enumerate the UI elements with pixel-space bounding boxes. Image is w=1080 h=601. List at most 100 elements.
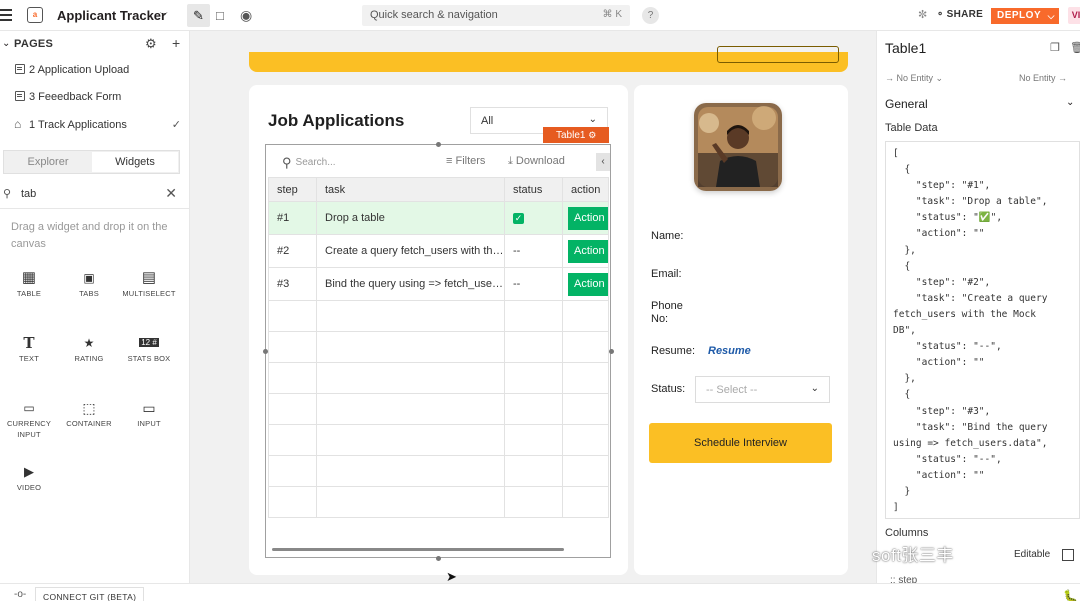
entity-nav-right[interactable]: No Entity → xyxy=(1019,73,1067,83)
name-label: Name: xyxy=(651,230,684,242)
table-row[interactable]: #2 Create a query fetch_users with the M… xyxy=(268,234,609,268)
deploy-button[interactable]: DEPLOY ⌵ xyxy=(991,8,1059,24)
action-button[interactable]: Action xyxy=(568,206,608,230)
widget-video[interactable]: ▶ VIDEO xyxy=(0,462,58,493)
table-row[interactable]: #1 Drop a table ✓ Action xyxy=(268,201,609,235)
gear-icon[interactable]: ⚙ xyxy=(145,36,157,52)
widget-name-tag[interactable]: Table1 ⚙ xyxy=(543,127,609,143)
page-item-application-upload[interactable]: 2 Application Upload xyxy=(0,57,189,84)
chevron-down-icon: ⌄ xyxy=(588,114,597,125)
widget-name-title[interactable]: Table1 xyxy=(885,40,926,56)
widget-table[interactable]: ▦ TABLE xyxy=(0,268,58,299)
search-shortcut: ⌘ K xyxy=(602,9,622,20)
chevron-down-icon[interactable]: ⌵ xyxy=(160,8,168,19)
share-button[interactable]: ∘ SHARE xyxy=(937,9,983,20)
cell-task: Drop a table xyxy=(316,201,505,235)
user-avatar[interactable]: VI xyxy=(1068,7,1080,24)
column-header-status[interactable]: status xyxy=(504,177,563,202)
schedule-interview-button[interactable]: Schedule Interview xyxy=(649,423,832,463)
cell-status: -- xyxy=(504,267,563,301)
delete-icon[interactable]: 🗑 xyxy=(1070,41,1080,54)
section-general[interactable]: General xyxy=(885,97,928,111)
close-icon[interactable]: ✕ xyxy=(165,185,177,202)
eye-icon[interactable]: ◉ xyxy=(240,7,252,24)
widget-search-input[interactable]: tab xyxy=(21,188,36,200)
quick-search-input[interactable]: Quick search & navigation ⌘ K xyxy=(362,5,630,26)
connect-git-button[interactable]: CONNECT GIT (BETA) xyxy=(35,587,145,601)
comment-icon[interactable]: □ xyxy=(216,8,224,23)
table-data-code[interactable]: [ { "step": "#1", "task": "Drop a table"… xyxy=(886,142,1079,516)
action-button[interactable]: Action xyxy=(568,272,608,296)
table-widget[interactable]: ⚲ Search... ≡ Filters ⤓ Download ‹ step t… xyxy=(265,144,611,558)
table-row-empty xyxy=(268,300,609,332)
copy-icon[interactable]: ❐ xyxy=(1050,41,1060,54)
cell-step: #1 xyxy=(268,201,317,235)
page-label: 2 Application Upload xyxy=(29,64,130,76)
table-data-label: Table Data xyxy=(885,122,938,134)
table-search[interactable]: ⚲ Search... xyxy=(282,155,336,171)
page-item-track-applications[interactable]: ⌂ 1 Track Applications ✓ xyxy=(0,112,189,139)
star-icon: ★ xyxy=(83,336,95,350)
pages-header[interactable]: ⌄ PAGES ⚙ + xyxy=(0,35,190,57)
checkmark-icon: ✓ xyxy=(171,119,181,131)
editable-label: Editable xyxy=(1014,549,1051,560)
arrow-right-icon: → xyxy=(1058,73,1068,83)
chevron-down-icon[interactable]: ⌄ xyxy=(1066,97,1074,108)
action-button[interactable]: Action xyxy=(568,239,608,263)
table-data-editor[interactable]: [ { "step": "#1", "task": "Drop a table"… xyxy=(885,141,1080,519)
resize-handle-top[interactable] xyxy=(436,142,441,147)
arrow-right-icon: → xyxy=(885,73,897,83)
widget-label: INPUT xyxy=(137,419,161,428)
resize-handle-right[interactable] xyxy=(609,349,614,354)
table-filters-button[interactable]: ≡ Filters xyxy=(446,155,485,167)
filters-label: Filters xyxy=(455,155,486,167)
widget-label: TABS xyxy=(79,289,99,298)
add-page-icon[interactable]: + xyxy=(172,35,180,51)
widget-currency-input[interactable]: ▭ CURRENCY INPUT xyxy=(0,398,58,440)
page-item-feedback-form[interactable]: 3 Feeedback Form xyxy=(0,84,189,111)
widget-input[interactable]: ▭ INPUT xyxy=(120,398,178,429)
table-download-button[interactable]: ⤓ Download xyxy=(508,155,565,168)
chevron-down-icon[interactable]: ⌄ xyxy=(2,38,10,49)
resume-link[interactable]: Resume xyxy=(708,345,751,357)
widget-multiselect[interactable]: ▤ MULTISELECT xyxy=(120,268,178,299)
column-header-task[interactable]: task xyxy=(316,177,505,202)
collapse-icon[interactable]: ‹ xyxy=(596,153,610,171)
table-row[interactable]: #3 Bind the query using => fetch_users.d… xyxy=(268,267,609,301)
cell-step: #3 xyxy=(268,267,317,301)
widget-search[interactable]: ⚲ tab ✕ xyxy=(0,181,189,209)
gear-icon[interactable]: ⚙ xyxy=(588,130,596,140)
horizontal-scrollbar[interactable] xyxy=(272,548,564,551)
table-grid: step task status action #1 Drop a table … xyxy=(268,177,609,518)
widget-container[interactable]: ⬚ CONTAINER xyxy=(60,398,118,429)
status-dropdown[interactable]: -- Select -- ⌄ xyxy=(695,376,830,403)
widget-stats-box[interactable]: 12 # STATS BOX xyxy=(120,333,178,364)
column-header-action[interactable]: action xyxy=(562,177,609,202)
widget-rating[interactable]: ★ RATING xyxy=(60,333,118,364)
tab-widgets[interactable]: Widgets xyxy=(92,152,178,172)
widget-tabs[interactable]: ▣ TABS xyxy=(60,268,118,299)
editable-checkbox[interactable] xyxy=(1062,549,1074,561)
chevron-down-icon[interactable]: ⌵ xyxy=(1048,8,1055,24)
help-icon[interactable]: ? xyxy=(642,7,659,24)
column-header-step[interactable]: step xyxy=(268,177,317,202)
menu-icon[interactable] xyxy=(0,9,12,21)
search-placeholder: Quick search & navigation xyxy=(370,9,498,21)
resize-handle-bottom[interactable] xyxy=(436,556,441,561)
resize-handle-left[interactable] xyxy=(263,349,268,354)
app-logo-icon[interactable]: a xyxy=(27,7,43,23)
table-row-empty xyxy=(268,393,609,425)
left-panel: ⌄ PAGES ⚙ + 2 Application Upload 3 Feeed… xyxy=(0,31,190,583)
table-row-empty xyxy=(268,455,609,487)
widget-text[interactable]: T TEXT xyxy=(0,333,58,364)
banner-button[interactable] xyxy=(717,46,839,63)
app-name[interactable]: Applicant Tracker xyxy=(57,8,166,23)
widget-label: VIDEO xyxy=(16,483,42,492)
entity-nav-left[interactable]: → No Entity ⌄ xyxy=(885,73,943,84)
drag-hint: Drag a widget and drop it on the canvas xyxy=(11,221,168,250)
tab-explorer[interactable]: Explorer xyxy=(5,152,91,172)
bug-icon[interactable]: 🐛 xyxy=(1063,589,1078,601)
table-row-empty xyxy=(268,486,609,518)
edit-mode-pencil-icon[interactable]: ✎ xyxy=(187,4,210,27)
explorer-widgets-toggle: Explorer Widgets xyxy=(3,150,180,174)
